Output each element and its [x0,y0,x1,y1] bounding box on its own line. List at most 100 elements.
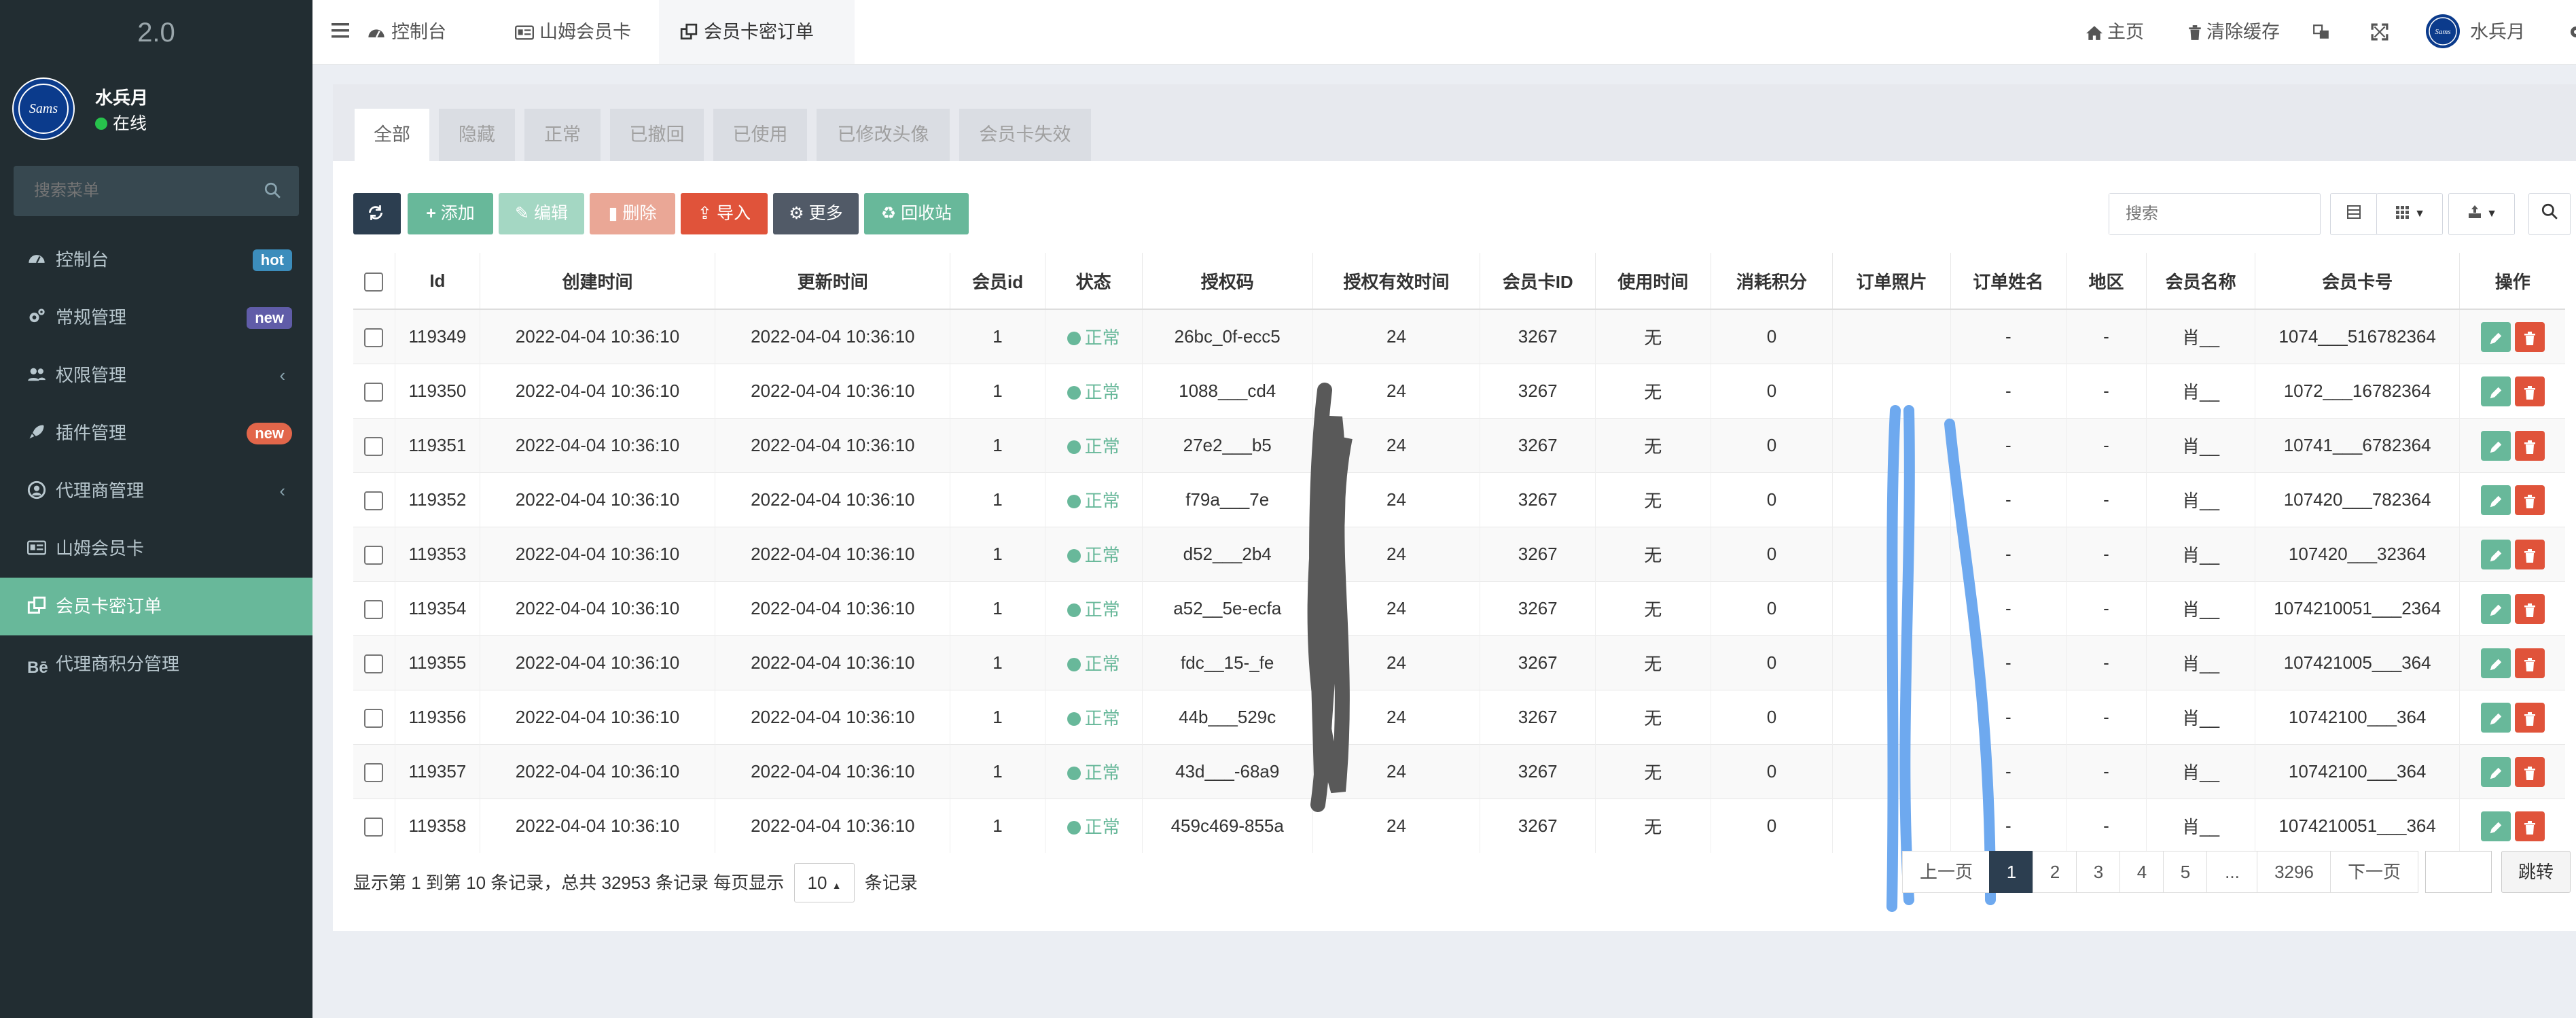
sidebar-item-plugins[interactable]: 插件管理 new [0,404,312,462]
clear-cache-button[interactable]: 清除缓存 [2187,0,2280,64]
sidebar-item-dashboard[interactable]: 控制台 hot [0,231,312,289]
add-button[interactable]: + 添加 [408,193,493,234]
page-button[interactable]: 3 [2076,851,2121,893]
column-header[interactable]: 会员id [950,253,1045,310]
row-edit-button[interactable] [2480,376,2511,406]
next-page-button[interactable]: 下一页 [2330,851,2418,893]
column-header[interactable]: 地区 [2066,253,2147,310]
row-checkbox[interactable] [364,600,384,620]
row-select-cell[interactable] [353,798,395,853]
page-button[interactable]: 5 [2163,851,2208,893]
toggle-view-button[interactable] [2330,193,2378,235]
jump-page-input[interactable] [2425,851,2492,893]
row-checkbox[interactable] [364,818,384,837]
column-header[interactable]: 更新时间 [715,253,951,310]
row-checkbox[interactable] [364,654,384,674]
row-select-cell[interactable] [353,581,395,636]
row-edit-button[interactable] [2480,321,2511,352]
filter-tab-used[interactable]: 已使用 [713,109,807,161]
column-header[interactable]: 会员卡ID [1480,253,1596,310]
sidebar-item-card-orders[interactable]: 会员卡密订单 [0,578,312,635]
home-link[interactable]: 主页 [2086,0,2144,64]
row-edit-button[interactable] [2480,702,2511,733]
select-all-checkbox[interactable] [364,272,384,292]
filter-tab-revoked[interactable]: 已撤回 [610,109,704,161]
row-select-cell[interactable] [353,527,395,582]
row-select-cell[interactable] [353,472,395,527]
column-header[interactable]: 订单姓名 [1950,253,2067,310]
delete-button[interactable]: ▮ 删除 [590,193,675,234]
row-edit-button[interactable] [2480,430,2511,461]
sidebar-item-permissions[interactable]: 权限管理 ‹ [0,347,312,404]
columns-button[interactable]: ▼ [2376,193,2443,235]
table-search[interactable] [2109,193,2321,235]
edit-button[interactable]: ✎ 编辑 [499,193,584,234]
row-select-cell[interactable] [353,309,395,364]
column-header[interactable]: 消耗积分 [1711,253,1833,310]
column-header[interactable]: 使用时间 [1595,253,1711,310]
sidebar-search[interactable] [14,166,299,216]
menu-toggle-icon[interactable] [332,19,352,46]
row-delete-button[interactable] [2514,376,2545,406]
translate-icon[interactable] [2312,0,2334,64]
tab-card-orders[interactable]: 会员卡密订单 [659,0,855,64]
row-checkbox[interactable] [364,328,384,348]
column-header[interactable]: 会员卡号 [2255,253,2461,310]
page-size-select[interactable]: 10 ▲ [794,863,855,902]
column-header[interactable]: Id [395,253,480,310]
row-select-cell[interactable] [353,744,395,799]
row-delete-button[interactable] [2514,756,2545,787]
search-icon[interactable] [264,181,281,203]
row-checkbox[interactable] [364,491,384,511]
tab-sams-card[interactable]: 山姆会员卡 [515,0,651,64]
row-edit-button[interactable] [2480,756,2511,787]
row-delete-button[interactable] [2514,648,2545,678]
row-edit-button[interactable] [2480,648,2511,678]
filter-tab-normal[interactable]: 正常 [524,109,601,161]
row-select-cell[interactable] [353,418,395,473]
page-button[interactable]: 3296 [2257,851,2331,893]
row-edit-button[interactable] [2480,811,2511,841]
filter-tab-avatar-changed[interactable]: 已修改头像 [817,109,950,161]
filter-tab-card-invalid[interactable]: 会员卡失效 [959,109,1091,161]
row-delete-button[interactable] [2514,321,2545,352]
filter-tab-hidden[interactable]: 隐藏 [439,109,515,161]
row-checkbox[interactable] [364,383,384,402]
user-menu[interactable]: Sams 水兵月 [2425,0,2525,64]
row-delete-button[interactable] [2514,811,2545,841]
prev-page-button[interactable]: 上一页 [1902,851,1990,893]
import-button[interactable]: ⇪ 导入 [681,193,768,234]
row-checkbox[interactable] [364,437,384,457]
row-checkbox[interactable] [364,709,384,729]
column-header[interactable]: 授权有效时间 [1312,253,1481,310]
recycle-bin-button[interactable]: ♻ 回收站 [864,193,969,234]
row-select-cell[interactable] [353,364,395,419]
row-edit-button[interactable] [2480,485,2511,515]
jump-button[interactable]: 跳转 [2501,851,2571,893]
row-edit-button[interactable] [2480,593,2511,624]
column-header[interactable]: 会员名称 [2146,253,2255,310]
advanced-search-button[interactable] [2528,193,2571,235]
page-button[interactable]: 4 [2119,851,2164,893]
page-button[interactable]: 2 [2033,851,2077,893]
column-header[interactable]: 状态 [1045,253,1143,310]
export-button[interactable]: ▼ [2448,193,2515,235]
row-checkbox[interactable] [364,763,384,783]
row-delete-button[interactable] [2514,430,2545,461]
row-edit-button[interactable] [2480,539,2511,569]
fullscreen-icon[interactable] [2371,0,2393,64]
row-delete-button[interactable] [2514,702,2545,733]
row-delete-button[interactable] [2514,539,2545,569]
column-header[interactable]: 授权码 [1142,253,1313,310]
sidebar-search-input[interactable] [14,166,258,216]
refresh-button[interactable] [353,193,401,234]
select-all-header[interactable] [353,253,395,310]
column-header[interactable]: 订单照片 [1832,253,1951,310]
row-checkbox[interactable] [364,546,384,565]
sidebar-item-sams-card[interactable]: 山姆会员卡 [0,520,312,578]
sidebar-item-general[interactable]: 常规管理 new [0,289,312,347]
page-button[interactable]: 1 [1989,851,2034,893]
row-select-cell[interactable] [353,635,395,690]
row-delete-button[interactable] [2514,593,2545,624]
filter-tab-all[interactable]: 全部 [355,109,429,161]
